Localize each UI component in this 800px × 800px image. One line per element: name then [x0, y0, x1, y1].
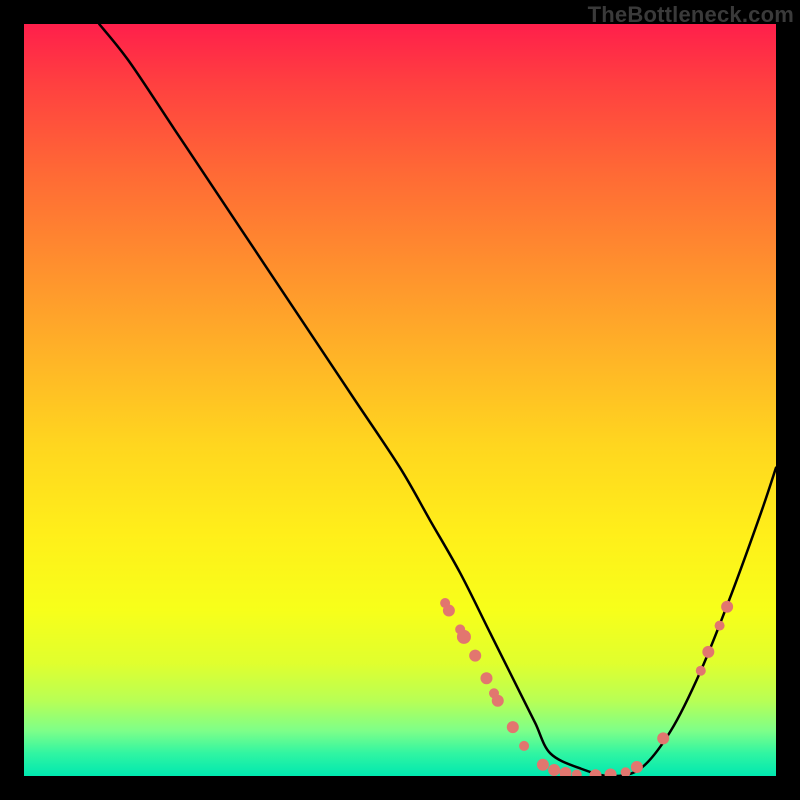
chart-marker	[469, 650, 481, 662]
chart-marker	[621, 767, 631, 776]
chart-marker	[519, 741, 529, 751]
chart-svg	[24, 24, 776, 776]
chart-marker	[507, 721, 519, 733]
chart-marker	[657, 732, 669, 744]
chart-marker	[631, 761, 643, 773]
chart-marker	[443, 605, 455, 617]
chart-curve	[99, 24, 776, 776]
chart-marker	[492, 695, 504, 707]
chart-marker	[480, 672, 492, 684]
chart-marker	[590, 769, 602, 776]
chart-frame	[24, 24, 776, 776]
chart-marker	[715, 621, 725, 631]
chart-marker	[548, 764, 560, 776]
chart-markers	[440, 598, 733, 776]
chart-marker	[696, 666, 706, 676]
chart-marker	[702, 646, 714, 658]
chart-marker	[605, 769, 617, 777]
chart-marker	[537, 759, 549, 771]
chart-marker	[721, 601, 733, 613]
chart-marker	[457, 630, 471, 644]
chart-marker	[559, 767, 571, 776]
chart-marker	[572, 770, 582, 777]
